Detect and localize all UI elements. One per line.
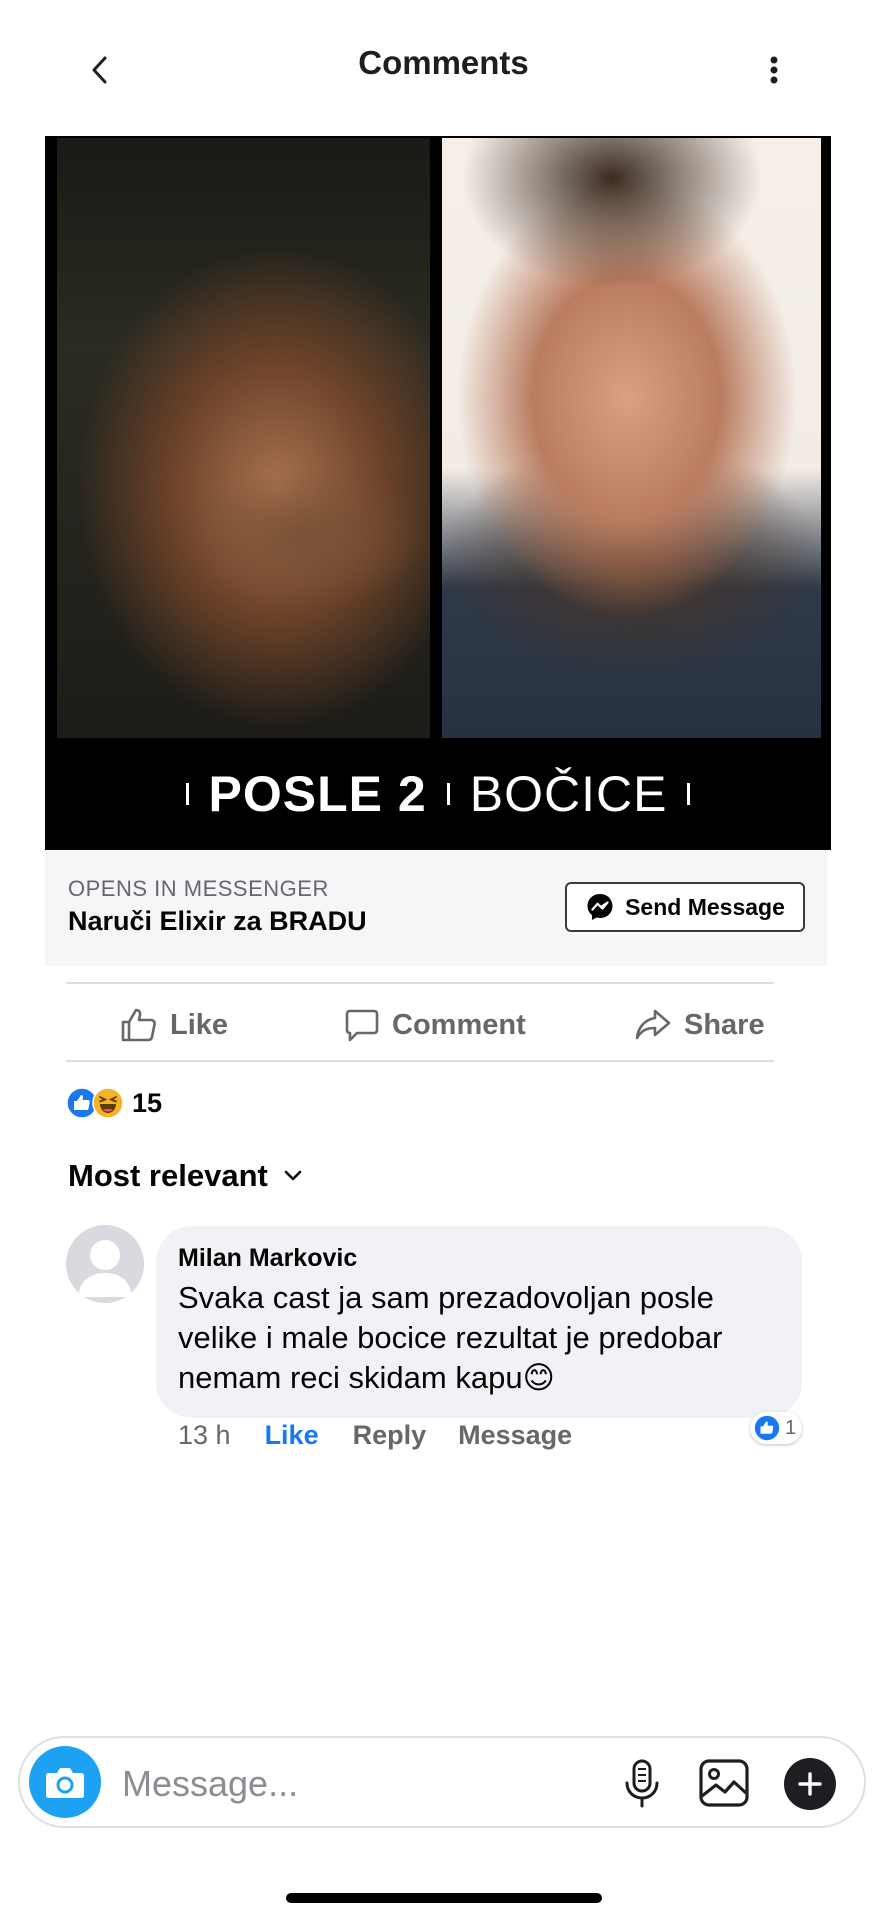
haha-reaction-icon	[92, 1087, 124, 1119]
camera-button[interactable]	[29, 1746, 101, 1818]
comment-reaction-count: 1	[785, 1416, 797, 1439]
comment-author[interactable]: Milan Markovic	[178, 1244, 357, 1273]
page-title: Comments	[358, 44, 529, 81]
message-composer	[18, 1736, 866, 1828]
add-button[interactable]	[784, 1758, 836, 1810]
avatar[interactable]	[66, 1225, 144, 1303]
thumbs-up-icon	[121, 1008, 156, 1042]
cta-title: Naruči Elixir za BRADU	[68, 906, 367, 936]
gallery-button[interactable]	[696, 1756, 752, 1810]
comment-time: 13 h	[178, 1420, 231, 1450]
home-indicator[interactable]	[286, 1893, 602, 1903]
share-label: Share	[684, 1008, 765, 1041]
camera-icon	[46, 1768, 84, 1798]
ad-caption-light: BOČICE	[469, 766, 668, 822]
share-arrow-icon	[635, 1009, 671, 1040]
message-input[interactable]	[120, 1758, 504, 1810]
ad-caption: POSLE 2 BOČICE	[45, 738, 831, 850]
reaction-summary[interactable]: 15	[66, 1083, 162, 1123]
comment-like-button[interactable]: Like	[265, 1420, 319, 1451]
share-action[interactable]: Share	[634, 990, 765, 1060]
messenger-cta[interactable]: OPENS IN MESSENGER Naruči Elixir za BRAD…	[45, 850, 827, 966]
microphone-icon	[625, 1759, 659, 1808]
like-reaction-icon	[754, 1415, 780, 1441]
default-avatar-icon	[78, 1240, 132, 1297]
after-photo	[442, 138, 821, 738]
more-options-button[interactable]	[757, 48, 791, 92]
reaction-count: 15	[132, 1087, 163, 1118]
plus-icon	[798, 1772, 822, 1796]
divider	[66, 1060, 774, 1062]
sort-label: Most relevant	[68, 1158, 268, 1193]
comment-bubble-icon	[345, 1009, 379, 1042]
chevron-down-icon	[284, 1170, 302, 1181]
more-vertical-icon	[770, 56, 778, 84]
ad-image[interactable]: POSLE 2 BOČICE	[45, 136, 831, 850]
image-icon	[699, 1759, 749, 1807]
like-action[interactable]: Like	[120, 990, 228, 1060]
comment-label: Comment	[392, 1008, 526, 1041]
before-photo	[57, 138, 430, 738]
comment-sort-dropdown[interactable]: Most relevant	[68, 1158, 302, 1194]
messenger-icon	[587, 894, 613, 920]
cta-subtitle: OPENS IN MESSENGER	[68, 876, 329, 901]
divider	[66, 982, 774, 984]
send-message-button[interactable]: Send Message	[565, 882, 805, 932]
like-label: Like	[170, 1008, 229, 1041]
comment-reaction-badge[interactable]: 1	[750, 1412, 803, 1444]
send-message-label: Send Message	[625, 893, 785, 920]
comment-message-button[interactable]: Message	[458, 1420, 572, 1451]
ad-caption-bold: POSLE 2	[208, 766, 427, 822]
comment-reply-button[interactable]: Reply	[353, 1420, 427, 1451]
voice-button[interactable]	[620, 1758, 664, 1810]
comment-action[interactable]: Comment	[344, 990, 526, 1060]
comment-meta: 13 h Like Reply Message	[178, 1420, 572, 1451]
comment-bubble[interactable]: Milan Markovic Svaka cast ja sam prezado…	[156, 1226, 802, 1418]
comment-text: Svaka cast ja sam prezadovoljan posle ve…	[178, 1280, 723, 1395]
